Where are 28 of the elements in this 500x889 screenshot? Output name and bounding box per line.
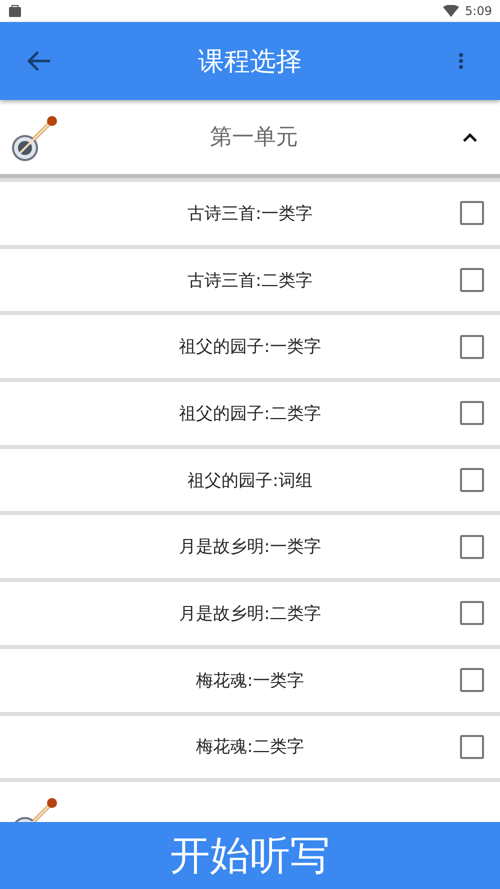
collapse-caret-icon[interactable] xyxy=(462,132,478,142)
bag-icon xyxy=(8,4,22,18)
checkbox[interactable] xyxy=(460,268,484,292)
back-arrow-icon xyxy=(26,50,52,72)
checkbox[interactable] xyxy=(460,734,484,759)
checkbox[interactable] xyxy=(460,468,484,492)
checkbox[interactable] xyxy=(460,401,484,426)
clock: 5:09 xyxy=(465,4,492,18)
lesson-label: 古诗三首:二类字 xyxy=(186,270,314,292)
lesson-label: 祖父的园子:一类字 xyxy=(178,336,322,358)
checkbox[interactable] xyxy=(460,201,484,226)
lesson-label: 月是故乡明:一类字 xyxy=(178,536,322,558)
banjo-icon xyxy=(10,113,58,161)
checkbox[interactable] xyxy=(460,668,484,692)
wifi-icon xyxy=(443,5,460,17)
checkbox[interactable] xyxy=(460,601,484,626)
lesson-label: 祖父的园子:词组 xyxy=(186,470,314,492)
lesson-label: 祖父的园子:二类字 xyxy=(178,402,322,425)
checkbox[interactable] xyxy=(460,334,484,359)
lesson-label: 古诗三首:一类字 xyxy=(186,202,314,225)
lesson-label: 梅花魂:一类字 xyxy=(195,670,305,692)
screen-title: 课程选择 xyxy=(197,46,303,78)
start-dictation-button[interactable]: 开始听写 xyxy=(0,822,500,889)
more-icon xyxy=(458,52,464,70)
lesson-label: 月是故乡明:二类字 xyxy=(178,602,322,625)
checkbox[interactable] xyxy=(460,534,484,559)
unit-title: 第一单元 xyxy=(209,124,299,152)
lesson-label: 梅花魂:二类字 xyxy=(195,736,305,758)
